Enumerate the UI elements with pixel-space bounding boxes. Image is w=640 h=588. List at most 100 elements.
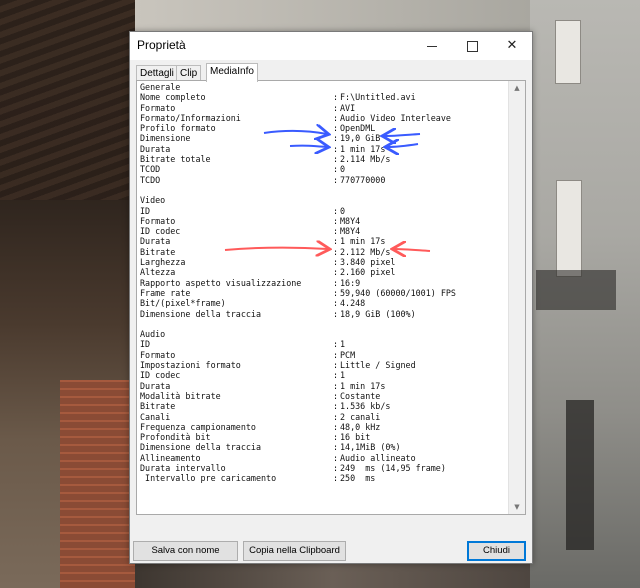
mediainfo-value: 16 bit (340, 432, 371, 443)
minimize-button[interactable] (412, 32, 452, 60)
mediainfo-value: 250 ms (340, 473, 376, 484)
background-brick-wall (60, 380, 135, 588)
mediainfo-row: Audio (140, 329, 508, 339)
mediainfo-separator: : (333, 133, 339, 144)
mediainfo-separator: : (333, 236, 339, 247)
scroll-up-arrow-icon[interactable]: ▲ (509, 81, 525, 95)
mediainfo-label: Profondità bit (140, 432, 211, 443)
mediainfo-row: Generale (140, 82, 508, 92)
mediainfo-separator: : (333, 349, 339, 360)
mediainfo-separator: : (333, 267, 339, 278)
mediainfo-row: ID:1 (140, 339, 508, 349)
mediainfo-value: 770770000 (340, 174, 386, 185)
mediainfo-label: Formato/Informazioni (140, 112, 241, 123)
mediainfo-row: Altezza:2.160 pixel (140, 267, 508, 277)
mediainfo-row: Formato: AVI (140, 103, 508, 113)
vertical-scrollbar[interactable]: ▲ ▼ (508, 81, 525, 514)
mediainfo-row: Impostazioni formato: Little / Signed (140, 360, 508, 370)
mediainfo-label: Audio (140, 329, 166, 340)
mediainfo-value: 1 (340, 339, 346, 350)
mediainfo-separator: : (333, 298, 339, 309)
mediainfo-label: TCDO (140, 174, 161, 185)
mediainfo-separator: : (333, 442, 339, 453)
mediainfo-label: Bit/(pixel*frame) (140, 298, 226, 309)
mediainfo-row: ID codec:1 (140, 370, 508, 380)
background-top-strip (135, 0, 530, 32)
maximize-button[interactable] (452, 32, 492, 60)
mediainfo-value: 2 canali (340, 411, 381, 422)
mediainfo-row: Canali:2 canali (140, 412, 508, 422)
mediainfo-row: Intervallo pre caricamento:250 ms (140, 473, 508, 483)
mediainfo-label: Rapporto aspetto visualizzazione (140, 277, 302, 288)
title-bar[interactable]: Proprietà ✕ (130, 32, 532, 60)
mediainfo-value: PCM (340, 349, 356, 360)
minimize-icon (427, 46, 437, 47)
close-window-button[interactable]: ✕ (492, 32, 532, 60)
mediainfo-separator: : (333, 246, 339, 257)
tab-dettagli[interactable]: Dettagli (136, 65, 178, 81)
mediainfo-label: Formato (140, 102, 176, 113)
properties-dialog: Proprietà ✕ Dettagli Clip MediaInfo Gene… (129, 31, 533, 564)
maximize-icon (467, 41, 478, 52)
tab-clip[interactable]: Clip (176, 65, 202, 81)
mediainfo-separator: : (333, 370, 339, 381)
copy-clipboard-button[interactable]: Copia nella Clipboard (243, 541, 346, 561)
mediainfo-separator: : (333, 257, 339, 268)
background-window (556, 180, 582, 277)
mediainfo-label: Nome completo (140, 92, 206, 103)
mediainfo-separator: : (333, 360, 339, 371)
mediainfo-separator: : (333, 380, 339, 391)
mediainfo-separator: : (333, 112, 339, 123)
mediainfo-row: Rapporto aspetto visualizzazione:16:9 (140, 278, 508, 288)
mediainfo-label: Durata intervallo (140, 462, 226, 473)
mediainfo-value: Audio allineato (340, 452, 416, 463)
close-button[interactable]: Chiudi (467, 541, 526, 561)
mediainfo-separator: : (333, 92, 339, 103)
mediainfo-row: Bitrate totale:2.114 Mb/s (140, 154, 508, 164)
mediainfo-value: 1 min 17s (340, 143, 386, 154)
mediainfo-row: Dimensione della traccia:18,9 GiB (100%) (140, 309, 508, 319)
mediainfo-value: M8Y4 (340, 215, 361, 226)
mediainfo-separator: : (333, 154, 339, 165)
mediainfo-row: Larghezza:3.840 pixel (140, 257, 508, 267)
mediainfo-label: Dimensione della traccia (140, 442, 262, 453)
mediainfo-separator: : (333, 164, 339, 175)
mediainfo-text[interactable]: Generale Nome completo: F:\Untitled.avi For… (140, 82, 508, 512)
mediainfo-row: Durata:1 min 17s (140, 236, 508, 246)
mediainfo-separator: : (333, 390, 339, 401)
background-balcony (536, 270, 616, 310)
mediainfo-label: Durata (140, 143, 171, 154)
mediainfo-label: Generale (140, 82, 181, 92)
mediainfo-value: 1 min 17s (340, 380, 386, 391)
mediainfo-value: Audio Video Interleave (340, 112, 451, 123)
mediainfo-row: Durata:1 min 17s (140, 144, 508, 154)
mediainfo-value: 48,0 kHz (340, 421, 381, 432)
mediainfo-separator: : (333, 401, 339, 412)
mediainfo-row: Modalità bitrate: Costante (140, 391, 508, 401)
mediainfo-value: 0 (340, 164, 346, 175)
mediainfo-label: Formato (140, 349, 176, 360)
mediainfo-separator: : (333, 432, 339, 443)
mediainfo-row: ID codec: M8Y4 (140, 226, 508, 236)
mediainfo-separator: : (333, 473, 339, 484)
mediainfo-row: Bitrate:1.536 kb/s (140, 401, 508, 411)
mediainfo-label: Modalità bitrate (140, 390, 221, 401)
scroll-down-arrow-icon[interactable]: ▼ (509, 500, 525, 514)
mediainfo-row: Dimensione della traccia:14,1MiB (0%) (140, 442, 508, 452)
mediainfo-label: ID codec (140, 226, 181, 237)
mediainfo-value: AVI (340, 102, 356, 113)
mediainfo-separator: : (333, 452, 339, 463)
mediainfo-value: 0 (340, 205, 346, 216)
mediainfo-row: Durata:1 min 17s (140, 381, 508, 391)
mediainfo-value: 1 min 17s (340, 236, 386, 247)
mediainfo-separator: : (333, 102, 339, 113)
mediainfo-label: Bitrate (140, 246, 176, 257)
save-as-button[interactable]: Salva con nome (133, 541, 238, 561)
mediainfo-label: Dimensione (140, 133, 191, 144)
mediainfo-label: Frame rate (140, 287, 191, 298)
tab-mediainfo[interactable]: MediaInfo (206, 63, 258, 82)
mediainfo-label: Durata (140, 236, 171, 247)
mediainfo-separator: : (333, 287, 339, 298)
mediainfo-label: Bitrate totale (140, 154, 211, 165)
mediainfo-row (140, 185, 508, 195)
